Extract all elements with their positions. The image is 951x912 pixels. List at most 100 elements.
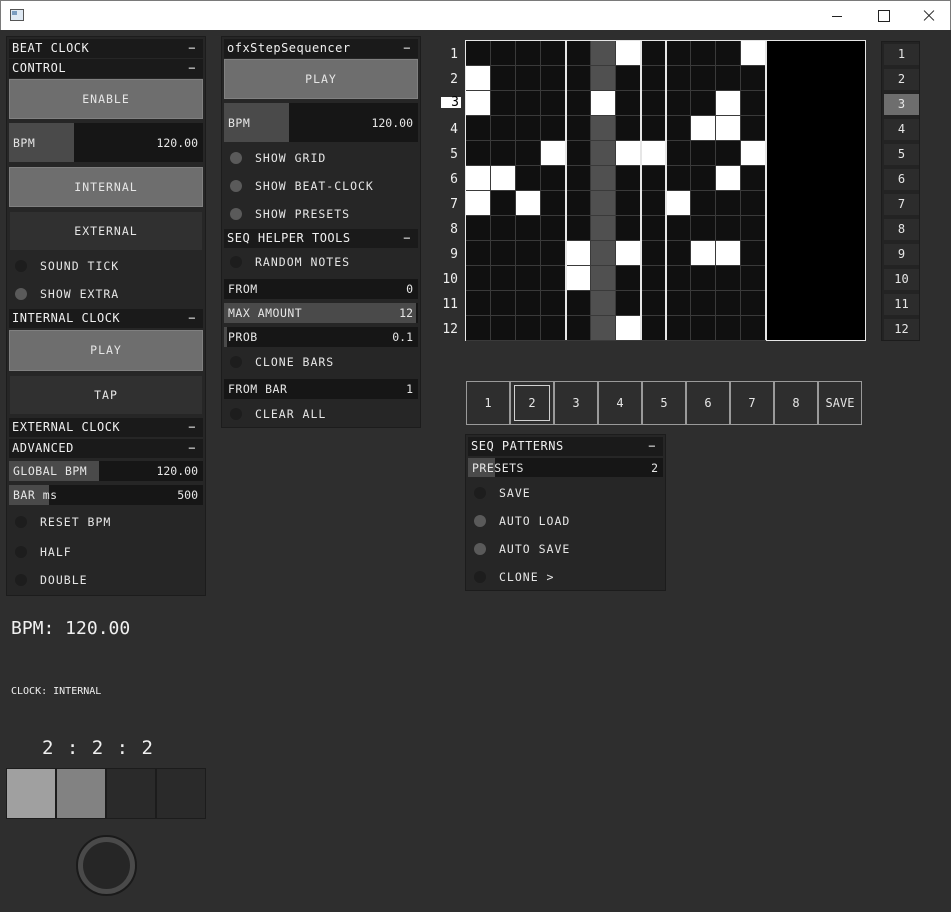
- reset-bpm-toggle[interactable]: RESET BPM: [9, 511, 203, 533]
- step-cell[interactable]: [591, 116, 616, 141]
- step-cell[interactable]: [541, 141, 566, 166]
- pattern-button[interactable]: 3: [554, 381, 598, 425]
- maximize-button[interactable]: [860, 1, 906, 31]
- step-cell[interactable]: [666, 66, 691, 91]
- step-cell[interactable]: [516, 141, 541, 166]
- step-cell[interactable]: [716, 241, 741, 266]
- pattern-button[interactable]: 2: [510, 381, 554, 425]
- step-cell[interactable]: [691, 216, 716, 241]
- step-cell[interactable]: [691, 191, 716, 216]
- clone-toggle[interactable]: CLONE >: [468, 566, 663, 588]
- step-cell[interactable]: [666, 116, 691, 141]
- step-cell[interactable]: [641, 66, 666, 91]
- step-cell[interactable]: [566, 141, 591, 166]
- step-cell[interactable]: [741, 166, 766, 191]
- pattern-button[interactable]: 8: [774, 381, 818, 425]
- double-toggle[interactable]: DOUBLE: [9, 569, 203, 591]
- step-cell[interactable]: [691, 291, 716, 316]
- step-cell[interactable]: [691, 241, 716, 266]
- step-cell[interactable]: [541, 241, 566, 266]
- step-cell[interactable]: [566, 116, 591, 141]
- track-button[interactable]: 3: [884, 94, 919, 115]
- step-cell[interactable]: [466, 266, 491, 291]
- step-cell[interactable]: [541, 66, 566, 91]
- bar-ms-slider[interactable]: BAR ms 500: [9, 485, 203, 505]
- step-cell[interactable]: [741, 91, 766, 116]
- step-cell[interactable]: [666, 41, 691, 66]
- step-cell[interactable]: [491, 216, 516, 241]
- seq-helper-tools-header[interactable]: SEQ HELPER TOOLS −: [224, 229, 418, 248]
- step-cell[interactable]: [716, 41, 741, 66]
- max-amount-slider[interactable]: MAX AMOUNT 12: [224, 303, 418, 323]
- track-button[interactable]: 11: [884, 294, 919, 315]
- pattern-button[interactable]: 6: [686, 381, 730, 425]
- step-cell[interactable]: [741, 241, 766, 266]
- step-cell[interactable]: [541, 216, 566, 241]
- step-cell[interactable]: [491, 266, 516, 291]
- track-button[interactable]: 12: [884, 319, 919, 340]
- step-cell[interactable]: [691, 141, 716, 166]
- step-cell[interactable]: [466, 316, 491, 341]
- pattern-button[interactable]: 1: [466, 381, 510, 425]
- step-cell[interactable]: [741, 41, 766, 66]
- external-button[interactable]: EXTERNAL: [9, 211, 203, 251]
- step-cell[interactable]: [516, 41, 541, 66]
- step-cell[interactable]: [541, 291, 566, 316]
- presets-slider[interactable]: PRESETS 2: [468, 458, 663, 477]
- step-cell[interactable]: [616, 291, 641, 316]
- step-cell[interactable]: [591, 66, 616, 91]
- step-cell[interactable]: [641, 141, 666, 166]
- step-cell[interactable]: [691, 116, 716, 141]
- tap-button[interactable]: TAP: [9, 375, 203, 415]
- step-cell[interactable]: [716, 116, 741, 141]
- from-slider[interactable]: FROM 0: [224, 279, 418, 299]
- seq-patterns-header[interactable]: SEQ PATTERNS −: [468, 437, 663, 456]
- step-cell[interactable]: [616, 166, 641, 191]
- step-cell[interactable]: [666, 316, 691, 341]
- step-cell[interactable]: [716, 191, 741, 216]
- global-bpm-slider[interactable]: GLOBAL BPM 120.00: [9, 461, 203, 481]
- step-cell[interactable]: [466, 291, 491, 316]
- track-button[interactable]: 4: [884, 119, 919, 140]
- step-cell[interactable]: [591, 291, 616, 316]
- step-cell[interactable]: [541, 316, 566, 341]
- step-cell[interactable]: [466, 191, 491, 216]
- track-button[interactable]: 5: [884, 144, 919, 165]
- track-button[interactable]: 8: [884, 219, 919, 240]
- show-presets-toggle[interactable]: SHOW PRESETS: [224, 203, 418, 225]
- step-cell[interactable]: [616, 116, 641, 141]
- track-button[interactable]: 10: [884, 269, 919, 290]
- close-button[interactable]: [906, 1, 951, 31]
- step-cell[interactable]: [516, 91, 541, 116]
- show-beat-clock-toggle[interactable]: SHOW BEAT-CLOCK: [224, 175, 418, 197]
- bpm-slider[interactable]: BPM 120.00: [9, 123, 203, 162]
- step-cell[interactable]: [616, 266, 641, 291]
- step-cell[interactable]: [641, 216, 666, 241]
- step-cell[interactable]: [666, 91, 691, 116]
- step-cell[interactable]: [616, 91, 641, 116]
- step-cell[interactable]: [716, 266, 741, 291]
- external-clock-header[interactable]: EXTERNAL CLOCK −: [9, 418, 203, 437]
- step-cell[interactable]: [466, 91, 491, 116]
- pattern-button[interactable]: 4: [598, 381, 642, 425]
- step-cell[interactable]: [541, 41, 566, 66]
- step-cell[interactable]: [516, 66, 541, 91]
- track-button[interactable]: 2: [884, 69, 919, 90]
- step-cell[interactable]: [466, 166, 491, 191]
- step-grid[interactable]: [465, 40, 866, 341]
- step-cell[interactable]: [641, 241, 666, 266]
- step-cell[interactable]: [741, 191, 766, 216]
- step-cell[interactable]: [666, 191, 691, 216]
- step-cell[interactable]: [691, 166, 716, 191]
- step-cell[interactable]: [466, 116, 491, 141]
- step-cell[interactable]: [641, 116, 666, 141]
- internal-clock-header[interactable]: INTERNAL CLOCK −: [9, 309, 203, 328]
- step-cell[interactable]: [741, 66, 766, 91]
- step-cell[interactable]: [641, 166, 666, 191]
- step-cell[interactable]: [641, 291, 666, 316]
- step-cell[interactable]: [716, 166, 741, 191]
- auto-load-toggle[interactable]: AUTO LOAD: [468, 510, 663, 532]
- step-cell[interactable]: [666, 266, 691, 291]
- sequencer-play-button[interactable]: PLAY: [224, 59, 418, 99]
- half-toggle[interactable]: HALF: [9, 541, 203, 563]
